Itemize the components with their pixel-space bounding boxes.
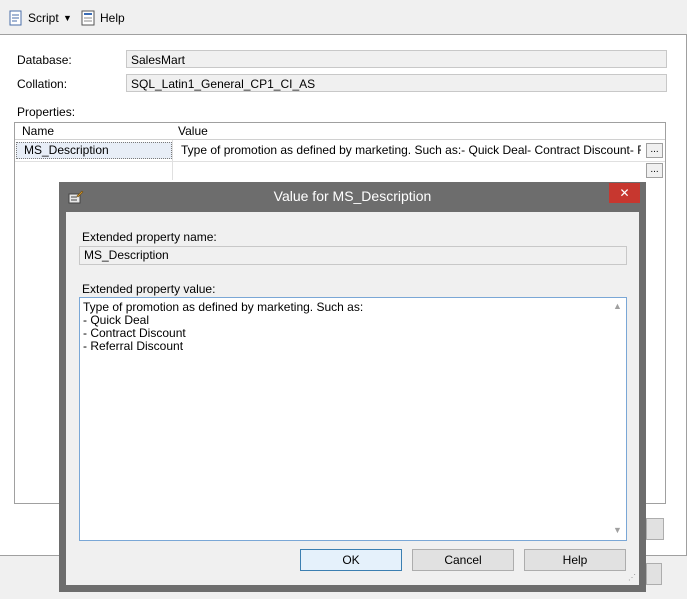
hidden-button[interactable] (646, 563, 662, 585)
toolbar: Script ▼ Help (0, 0, 687, 34)
row-divider (172, 162, 173, 180)
script-icon (8, 10, 24, 26)
script-label: Script (28, 11, 59, 25)
table-row[interactable]: ... (15, 162, 665, 180)
property-value-textarea[interactable]: Type of promotion as defined by marketin… (79, 297, 627, 541)
collation-field[interactable]: SQL_Latin1_General_CP1_CI_AS (126, 74, 667, 92)
cancel-button[interactable]: Cancel (412, 549, 514, 571)
resize-grip-icon[interactable]: ⋰ (628, 573, 636, 582)
close-icon: ✕ (619, 186, 630, 200)
property-name-label: Extended property name: (82, 230, 217, 244)
row-name-cell[interactable]: MS_Description (16, 142, 172, 159)
script-dropdown[interactable]: ▼ (63, 9, 72, 27)
vertical-scrollbar[interactable]: ▲ ▼ (610, 299, 626, 539)
dialog-titlebar[interactable]: Value for MS_Description ✕ (59, 182, 646, 212)
column-header-value[interactable]: Value (178, 123, 208, 139)
help-label: Help (100, 11, 125, 25)
scroll-down-icon[interactable]: ▼ (613, 525, 622, 535)
help-icon (80, 10, 96, 26)
ok-button[interactable]: OK (300, 549, 402, 571)
database-field[interactable]: SalesMart (126, 50, 667, 68)
help-button[interactable]: Help (80, 9, 125, 27)
grid-header: Name Value (15, 123, 665, 140)
collation-label: Collation: (17, 77, 68, 91)
database-label: Database: (17, 53, 72, 67)
table-row[interactable]: MS_Description Type of promotion as defi… (15, 141, 665, 162)
script-button[interactable]: Script (8, 9, 59, 27)
chevron-down-icon: ▼ (63, 13, 72, 23)
row-value-cell[interactable]: Type of promotion as defined by marketin… (181, 143, 641, 157)
column-header-name[interactable]: Name (22, 123, 54, 139)
column-divider (172, 140, 173, 162)
value-dialog: Value for MS_Description ✕ Extended prop… (59, 182, 646, 592)
scroll-up-icon[interactable]: ▲ (613, 301, 622, 311)
property-name-field[interactable]: MS_Description (79, 246, 627, 265)
hidden-button[interactable] (646, 518, 664, 540)
property-value-label: Extended property value: (82, 282, 216, 296)
properties-label: Properties: (17, 105, 76, 119)
dialog-title: Value for MS_Description (273, 188, 432, 204)
dialog-body: Extended property name: MS_Description E… (66, 212, 639, 585)
help-button-dialog[interactable]: Help (524, 549, 626, 571)
row-ellipsis-button[interactable]: ... (646, 143, 663, 158)
row-ellipsis-button[interactable]: ... (646, 163, 663, 178)
property-value-text: Type of promotion as defined by marketin… (83, 300, 364, 353)
close-button[interactable]: ✕ (609, 183, 640, 203)
